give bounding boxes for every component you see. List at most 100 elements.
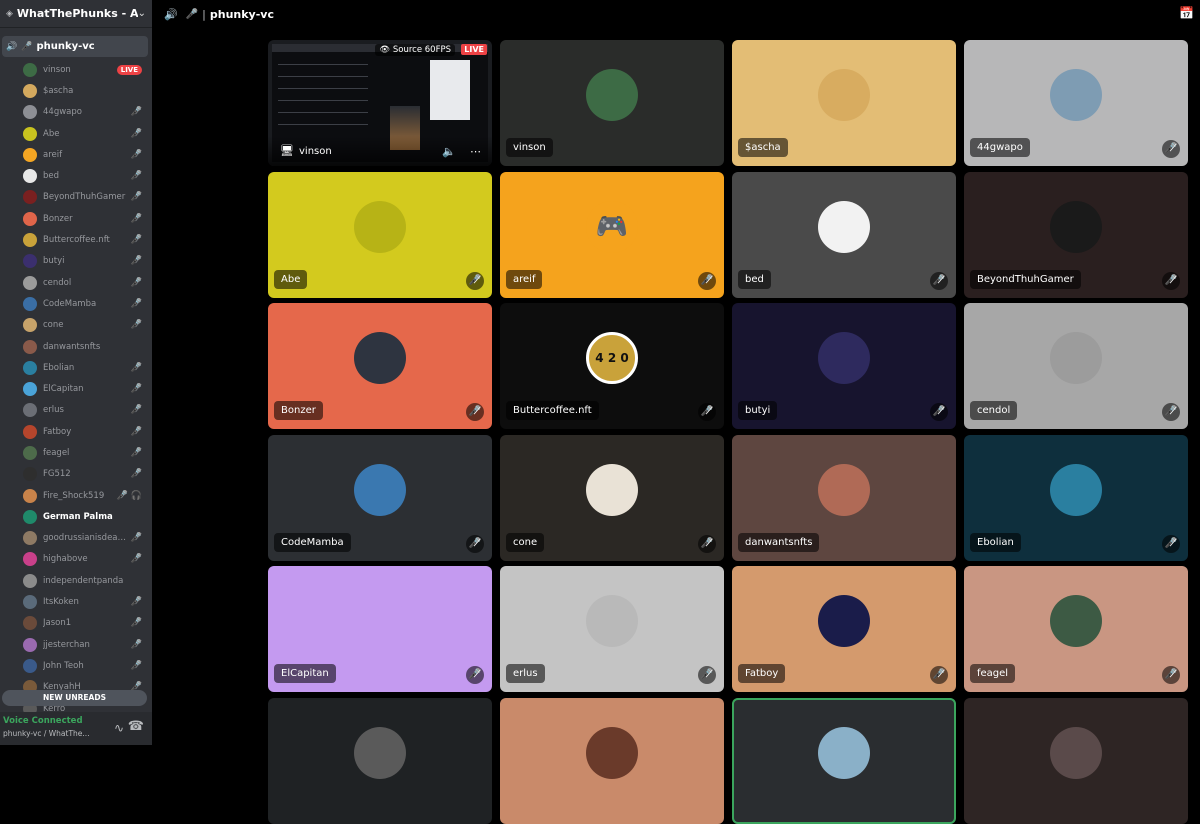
participant-tile[interactable]: 4 2 0 Buttercoffee.nft 🎤̸ [500, 303, 724, 429]
noise-suppression-icon[interactable]: ∿ [114, 721, 124, 735]
live-badge: LIVE [461, 44, 487, 55]
participant-name: vinson [506, 138, 553, 157]
muted-mic-icon: 🎤̸ [698, 271, 716, 290]
voice-member[interactable]: John Teoh 🎤̸ [0, 655, 152, 676]
participant-tile[interactable] [500, 697, 724, 824]
muted-mic-icon: 🎤̸ [130, 192, 142, 203]
member-name: Abe [43, 128, 60, 139]
voice-member[interactable]: feagel 🎤̸ [0, 442, 152, 463]
member-name: 44gwapo [43, 107, 82, 118]
participant-tile[interactable] [732, 697, 956, 824]
participant-tile[interactable]: ElCapitan 🎤̸ [268, 566, 492, 692]
participant-tile[interactable] [268, 697, 492, 824]
muted-mic-icon: 🎤̸ [698, 534, 716, 553]
participant-avatar [1050, 463, 1102, 516]
new-unreads-banner[interactable]: NEW UNREADS [2, 690, 147, 706]
participant-name: 44gwapo [970, 138, 1030, 157]
voice-member[interactable]: Fatboy 🎤̸ [0, 421, 152, 442]
member-name: Jason1 [43, 618, 72, 629]
voice-member[interactable]: highabove 🎤̸ [0, 549, 152, 570]
voice-member[interactable]: Abe 🎤̸ [0, 123, 152, 144]
disconnect-icon[interactable]: ☎ [128, 719, 144, 734]
member-avatar [23, 169, 37, 184]
voice-member[interactable]: danwantsnfts [0, 336, 152, 357]
member-avatar [23, 126, 37, 141]
participant-tile[interactable]: feagel 🎤̸ [964, 566, 1188, 692]
member-avatar [23, 147, 37, 162]
voice-member[interactable]: FG512 🎤̸ [0, 464, 152, 485]
more-options-icon[interactable]: ⋯ [470, 145, 482, 158]
stream-tile[interactable]: 👁 Source 60FPS LIVE 🖥 vinson 🔈 ⋯ [268, 40, 492, 166]
muted-mic-icon: 🎤̸ [466, 534, 484, 553]
voice-connection-panel: Voice Connected phunky-vc / WhatThe... ∿… [0, 712, 152, 745]
participant-tile[interactable]: cone 🎤̸ [500, 434, 724, 561]
voice-member[interactable]: bed 🎤̸ [0, 165, 152, 186]
volume-icon[interactable]: 🔈 [442, 145, 456, 158]
participant-tile[interactable]: BeyondThuhGamer 🎤̸ [964, 171, 1188, 298]
stream-row [278, 100, 368, 101]
participant-tile[interactable]: vinson [500, 40, 724, 166]
participant-tile[interactable]: $ascha [732, 40, 956, 166]
participant-tile[interactable]: 🎮 areif 🎤̸ [500, 171, 724, 298]
participant-avatar [1050, 595, 1102, 647]
voice-member[interactable]: Bonzer 🎤̸ [0, 208, 152, 229]
voice-member[interactable]: erlus 🎤̸ [0, 400, 152, 421]
participant-tile[interactable] [964, 697, 1188, 824]
participant-tile[interactable]: Abe 🎤̸ [268, 171, 492, 298]
avatar-number: 4 2 0 [595, 351, 629, 365]
voice-member[interactable]: BeyondThuhGamer 🎤̸ [0, 187, 152, 208]
participant-tile[interactable]: CodeMamba 🎤̸ [268, 434, 492, 561]
voice-member[interactable]: vinson LIVE [0, 59, 152, 80]
voice-member[interactable]: ItsKoken 🎤̸ [0, 591, 152, 612]
voice-channel-path[interactable]: phunky-vc / WhatThe... [3, 729, 98, 738]
calendar-icon[interactable]: 📅 [1179, 6, 1194, 20]
server-header[interactable]: ◈ WhatThePhunks - Alp... ⌄ [0, 0, 152, 28]
voice-channel-row[interactable]: 🔊 🎤 phunky-vc [2, 36, 148, 57]
voice-member[interactable]: ElCapitan 🎤̸ [0, 378, 152, 399]
voice-status[interactable]: Voice Connected [3, 716, 83, 726]
voice-member[interactable]: cone 🎤̸ [0, 315, 152, 336]
voice-member[interactable]: CodeMamba 🎤̸ [0, 293, 152, 314]
stream-controls: 🖥 vinson 🔈 ⋯ [268, 136, 492, 166]
voice-member[interactable]: Buttercoffee.nft 🎤̸ [0, 229, 152, 250]
voice-member[interactable]: Ebolian 🎤̸ [0, 357, 152, 378]
voice-member[interactable]: areif 🎤̸ [0, 144, 152, 165]
participant-name: erlus [506, 664, 545, 683]
participant-tile[interactable]: Fatboy 🎤̸ [732, 566, 956, 692]
muted-mic-icon: 🎤̸ [130, 235, 142, 246]
participant-tile[interactable]: danwantsnfts [732, 434, 956, 561]
voice-member[interactable]: Jason1 🎤̸ [0, 613, 152, 634]
member-name: BeyondThuhGamer [43, 192, 126, 203]
muted-mic-icon: 🎤̸ [1162, 403, 1180, 421]
participant-tile[interactable]: bed 🎤̸ [732, 171, 956, 298]
participant-tile[interactable]: cendol 🎤̸ [964, 303, 1188, 429]
member-name: areif [43, 149, 63, 160]
muted-mic-icon: 🎤̸ [698, 666, 716, 684]
participant-avatar [354, 200, 406, 253]
participant-tile[interactable]: Ebolian 🎤̸ [964, 434, 1188, 561]
voice-member[interactable]: 44gwapo 🎤̸ [0, 102, 152, 123]
voice-member[interactable]: Fire_Shock519 🎤̸ 🎧 [0, 485, 152, 506]
voice-member[interactable]: butyi 🎤̸ [0, 251, 152, 272]
participant-tile[interactable]: 44gwapo 🎤̸ [964, 40, 1188, 166]
member-name: $ascha [43, 85, 74, 96]
member-avatar [23, 83, 37, 98]
participant-name: BeyondThuhGamer [970, 269, 1081, 289]
participant-name: Bonzer [274, 401, 323, 420]
voice-topbar: 🔊 🎤 | phunky-vc 📅 [152, 0, 1200, 28]
voice-member[interactable]: German Palma [0, 506, 152, 527]
chevron-down-icon[interactable]: ⌄ [138, 8, 146, 19]
participant-tile[interactable]: Bonzer 🎤̸ [268, 303, 492, 429]
voice-member[interactable]: independentpanda [0, 570, 152, 591]
voice-member[interactable]: $ascha [0, 80, 152, 101]
muted-mic-icon: 🎤̸ [130, 660, 142, 671]
participant-avatar [1050, 69, 1102, 121]
voice-member[interactable]: cendol 🎤̸ [0, 272, 152, 293]
voice-member[interactable]: goodrussianisdeadr... 🎤̸ [0, 528, 152, 549]
participant-name: Fatboy [738, 664, 786, 683]
participant-tile[interactable]: erlus 🎤̸ [500, 566, 724, 692]
voice-member[interactable]: jjesterchan 🎤̸ [0, 634, 152, 655]
participant-tile[interactable]: butyi 🎤̸ [732, 303, 956, 429]
member-avatar [23, 296, 37, 311]
member-avatar [23, 190, 37, 205]
